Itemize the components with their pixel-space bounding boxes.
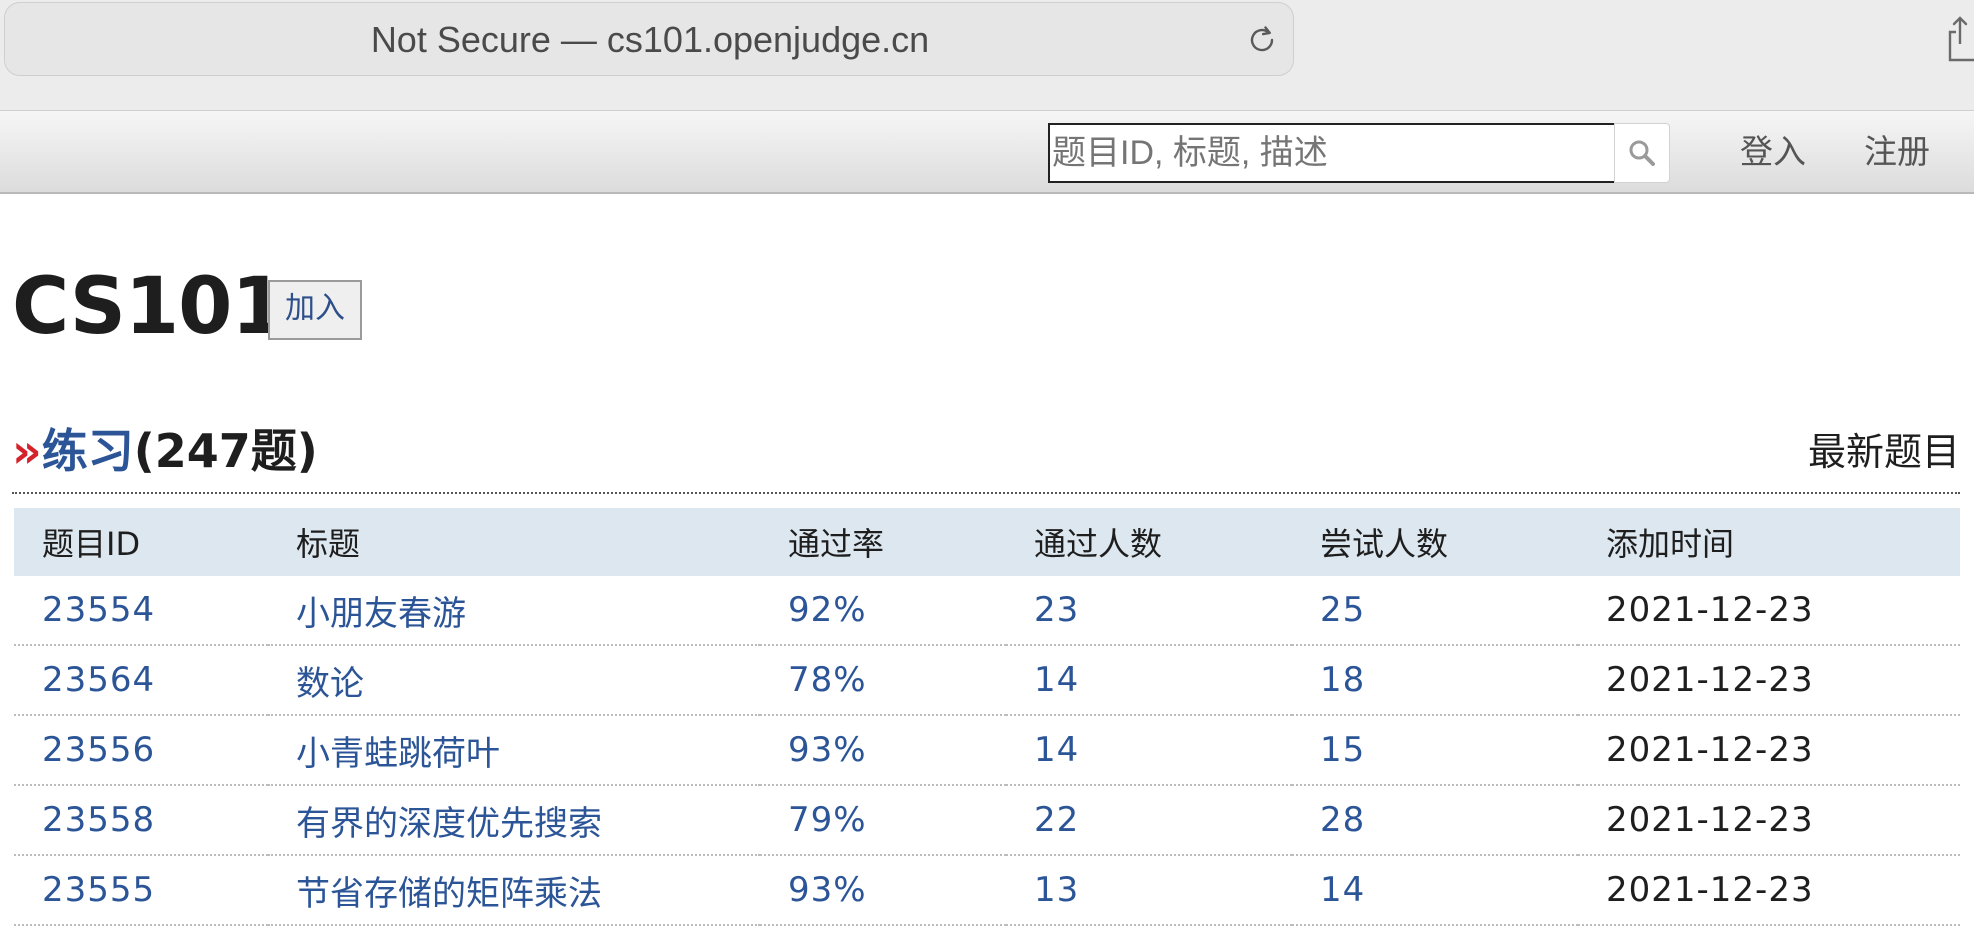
table-header-row: 题目ID 标题 通过率 通过人数 尝试人数 添加时间	[14, 508, 1960, 576]
added-date: 2021-12-23	[1578, 785, 1960, 856]
site-navbar: 登入 注册	[0, 110, 1974, 194]
attempt-count-link[interactable]: 18	[1292, 645, 1578, 716]
passed-count-link[interactable]: 14	[1006, 645, 1292, 716]
join-button[interactable]: 加入	[268, 280, 362, 340]
course-title: CS101	[12, 262, 286, 352]
problem-id-link[interactable]: 23554	[14, 576, 268, 646]
header-added-time: 添加时间	[1578, 508, 1960, 576]
table-row: 23556 小青蛙跳荷叶 93% 14 15 2021-12-23	[14, 715, 1960, 786]
problem-id-link[interactable]: 23555	[14, 855, 268, 926]
problem-title-link[interactable]: 小青蛙跳荷叶	[268, 715, 760, 786]
search-icon	[1629, 140, 1655, 166]
header-pass-rate: 通过率	[760, 508, 1006, 576]
login-link[interactable]: 登入	[1740, 127, 1806, 177]
pass-rate-link[interactable]: 93%	[760, 855, 1006, 926]
problem-id-link[interactable]: 23564	[14, 645, 268, 716]
page-root: Not Secure — cs101.openjudge.cn 登入 注册 CS…	[0, 0, 1974, 926]
pass-rate-link[interactable]: 92%	[760, 576, 1006, 646]
reload-icon[interactable]	[1245, 23, 1279, 57]
problem-title-link[interactable]: 小朋友春游	[268, 576, 760, 646]
problems-table: 题目ID 标题 通过率 通过人数 尝试人数 添加时间 23554 小朋友春游 9…	[14, 508, 1960, 926]
share-icon[interactable]	[1946, 14, 1974, 62]
table-row: 23554 小朋友春游 92% 23 25 2021-12-23	[14, 576, 1960, 646]
header-problem-id: 题目ID	[14, 508, 268, 576]
header-title: 标题	[268, 508, 760, 576]
table-row: 23558 有界的深度优先搜索 79% 22 28 2021-12-23	[14, 785, 1960, 856]
passed-count-link[interactable]: 22	[1006, 785, 1292, 856]
browser-toolbar: Not Secure — cs101.openjudge.cn	[0, 0, 1974, 110]
table-row: 23555 节省存储的矩阵乘法 93% 13 14 2021-12-23	[14, 855, 1960, 926]
pass-rate-link[interactable]: 78%	[760, 645, 1006, 716]
problem-title-link[interactable]: 数论	[268, 645, 760, 716]
added-date: 2021-12-23	[1578, 645, 1960, 716]
passed-count-link[interactable]: 13	[1006, 855, 1292, 926]
added-date: 2021-12-23	[1578, 855, 1960, 926]
section-marker: »	[12, 424, 42, 478]
table-row: 23564 数论 78% 14 18 2021-12-23	[14, 645, 1960, 716]
attempt-count-link[interactable]: 14	[1292, 855, 1578, 926]
problem-title-link[interactable]: 有界的深度优先搜索	[268, 785, 760, 856]
section-link[interactable]: 练习	[42, 424, 134, 478]
pass-rate-link[interactable]: 93%	[760, 715, 1006, 786]
problem-id-link[interactable]: 23558	[14, 785, 268, 856]
header-passed-count: 通过人数	[1006, 508, 1292, 576]
passed-count-link[interactable]: 14	[1006, 715, 1292, 786]
problem-id-link[interactable]: 23556	[14, 715, 268, 786]
section-count: (247题)	[133, 424, 318, 478]
problem-title-link[interactable]: 节省存储的矩阵乘法	[268, 855, 760, 926]
header-attempt-count: 尝试人数	[1292, 508, 1578, 576]
search-button[interactable]	[1614, 123, 1670, 183]
attempt-count-link[interactable]: 25	[1292, 576, 1578, 646]
added-date: 2021-12-23	[1578, 576, 1960, 646]
section-header: »练习(247题)	[12, 416, 318, 486]
address-text: Not Secure — cs101.openjudge.cn	[370, 19, 930, 60]
section-divider	[12, 492, 1960, 494]
address-bar[interactable]: Not Secure — cs101.openjudge.cn	[4, 2, 1294, 76]
attempt-count-link[interactable]: 28	[1292, 785, 1578, 856]
added-date: 2021-12-23	[1578, 715, 1960, 786]
register-link[interactable]: 注册	[1864, 127, 1930, 177]
passed-count-link[interactable]: 23	[1006, 576, 1292, 646]
latest-problems-link[interactable]: 最新题目	[1808, 422, 1960, 482]
search-input[interactable]	[1048, 123, 1614, 183]
pass-rate-link[interactable]: 79%	[760, 785, 1006, 856]
attempt-count-link[interactable]: 15	[1292, 715, 1578, 786]
